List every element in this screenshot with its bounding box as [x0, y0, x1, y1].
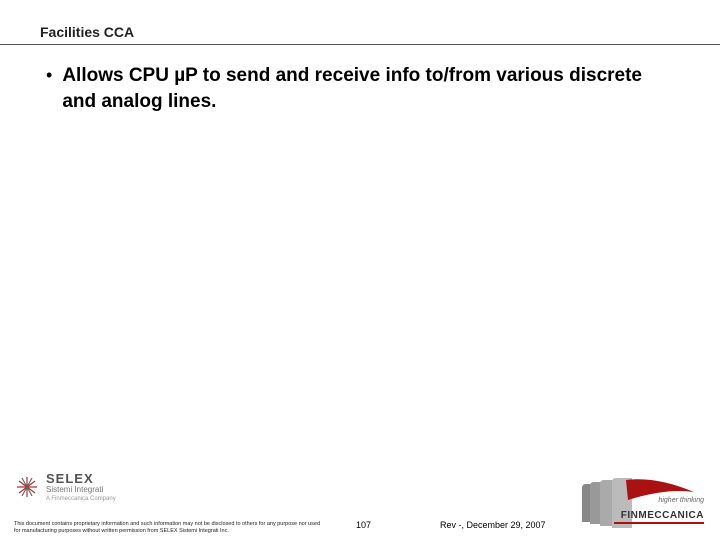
disclaimer-text: This document contains proprietary infor…: [14, 521, 324, 534]
selex-subtitle: Sistemi Integrati: [46, 486, 116, 494]
fm-tagline: higher thinking: [658, 497, 704, 504]
selex-logo-text: SELEX Sistemi Integrati A Finmeccanica C…: [46, 472, 116, 502]
bullet-item: • Allows CPU µP to send and receive info…: [40, 63, 680, 114]
selex-logo-icon: [14, 474, 40, 500]
selex-logo: SELEX Sistemi Integrati A Finmeccanica C…: [14, 472, 116, 502]
bullet-marker: •: [40, 63, 54, 87]
finmeccanica-logo: higher thinking FINMECCANICA: [576, 474, 706, 534]
fm-name: FINMECCANICA: [621, 510, 704, 521]
selex-name: SELEX: [46, 472, 116, 485]
selex-tagline: A Finmeccanica Company: [46, 496, 116, 502]
bullet-text: Allows CPU µP to send and receive info t…: [62, 63, 680, 114]
page-number: 107: [356, 520, 371, 530]
slide-footer: SELEX Sistemi Integrati A Finmeccanica C…: [0, 454, 720, 540]
slide-title: Facilities CCA: [40, 24, 720, 40]
slide-content: • Allows CPU µP to send and receive info…: [0, 45, 720, 114]
slide-header: Facilities CCA: [0, 0, 720, 45]
revision-date: Rev -, December 29, 2007: [440, 520, 546, 530]
